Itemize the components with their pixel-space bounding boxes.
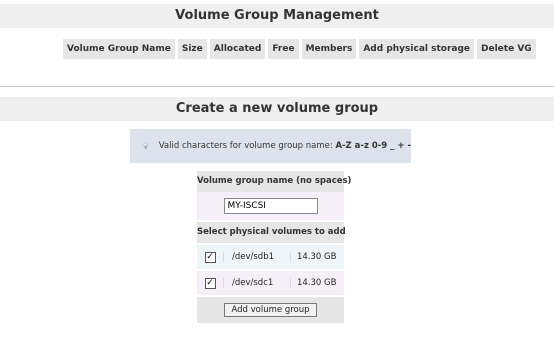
col-delete-vg: Delete VG (477, 39, 536, 59)
col-size: Size (177, 39, 207, 59)
pv-checkbox-sdb1[interactable]: ✓ (204, 251, 216, 263)
add-volume-group-button[interactable]: Add volume group (224, 303, 317, 317)
pv-device: /dev/sdc1 (223, 278, 290, 288)
vg-name-label: Volume group name (no spaces) (197, 171, 351, 192)
pv-size: 14.30 GB (290, 278, 344, 288)
create-vg-title: Create a new volume group (0, 97, 554, 121)
pv-row: ✓ /dev/sdc1 14.30 GB (197, 271, 344, 295)
pv-row: ✓ /dev/sdb1 14.30 GB (197, 245, 344, 269)
pv-device: /dev/sdb1 (223, 252, 290, 262)
vg-name-input[interactable] (223, 198, 318, 214)
col-volume-group-name: Volume Group Name (63, 39, 175, 59)
pv-size: 14.30 GB (290, 252, 344, 262)
col-members: Members (301, 39, 357, 59)
col-allocated: Allocated (209, 39, 266, 59)
section-divider (0, 86, 554, 87)
create-vg-form: Volume group name (no spaces) Select phy… (197, 171, 351, 323)
vg-management-title: Volume Group Management (0, 4, 554, 28)
pv-checkbox-sdc1[interactable]: ✓ (204, 277, 216, 289)
lightbulb-icon (143, 142, 149, 149)
col-free: Free (268, 39, 299, 59)
col-add-physical-storage: Add physical storage (359, 39, 475, 59)
vg-table-header: Volume Group Name Size Allocated Free Me… (63, 39, 536, 59)
info-banner: Valid characters for volume group name: … (130, 129, 411, 163)
info-text: Valid characters for volume group name: (158, 141, 333, 151)
pv-select-label: Select physical volumes to add (197, 222, 346, 243)
valid-characters: A-Z a-z 0-9 _ + - (335, 141, 411, 151)
